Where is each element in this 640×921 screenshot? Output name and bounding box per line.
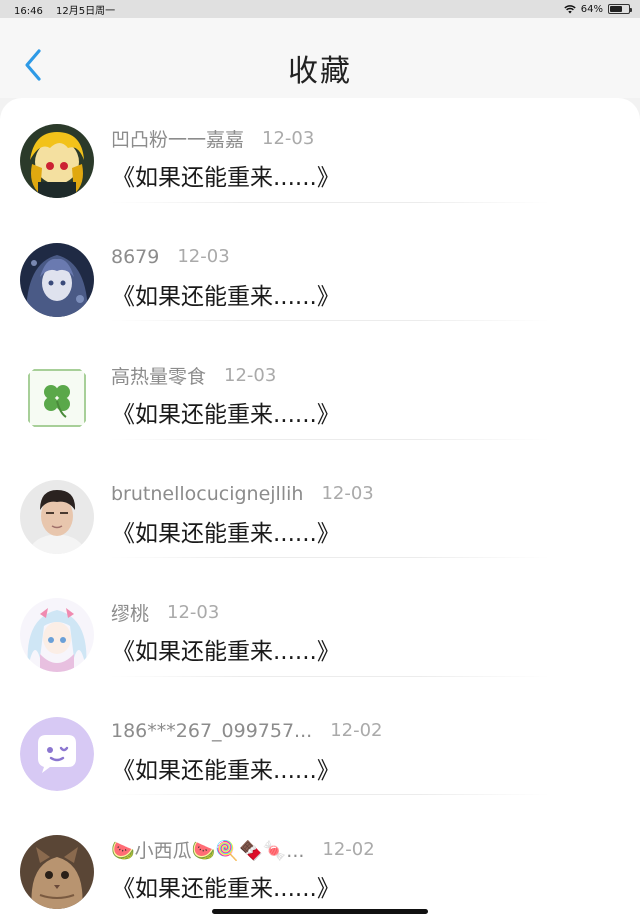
favorites-list: 凹凸粉一一嘉嘉 12-03 《如果还能重来......》 8679 12-03 … bbox=[0, 98, 640, 914]
list-item[interactable]: 凹凸粉一一嘉嘉 12-03 《如果还能重来......》 bbox=[0, 98, 640, 203]
item-title: 《如果还能重来......》 bbox=[112, 757, 340, 784]
item-author: 缪桃 bbox=[111, 602, 150, 625]
wifi-icon bbox=[564, 5, 576, 14]
item-date: 12-03 bbox=[224, 364, 277, 386]
item-date: 12-03 bbox=[177, 246, 230, 267]
item-title: 《如果还能重来......》 bbox=[112, 876, 340, 902]
item-date: 12-03 bbox=[321, 483, 374, 504]
item-title: 《如果还能重来......》 bbox=[112, 165, 340, 191]
item-author: 凹凸粉一一嘉嘉 bbox=[111, 128, 245, 151]
nav-header: 收藏 bbox=[0, 18, 640, 98]
avatar bbox=[20, 361, 94, 435]
list-item[interactable]: brutnellocucignejllih 12-03 《如果还能重来.....… bbox=[0, 440, 640, 558]
battery-icon bbox=[608, 4, 632, 14]
avatar bbox=[20, 716, 94, 791]
favorites-panel: 凹凸粉一一嘉嘉 12-03 《如果还能重来......》 8679 12-03 … bbox=[0, 98, 640, 921]
item-author: brutnellocucignejllih bbox=[111, 482, 304, 505]
list-item[interactable]: 🍉小西瓜🍉🍭🍫🍬... 12-02 《如果还能重来......》 bbox=[0, 795, 640, 914]
item-title: 《如果还能重来......》 bbox=[112, 639, 340, 665]
item-date: 12-03 bbox=[262, 127, 315, 149]
list-item[interactable]: 高热量零食 12-03 《如果还能重来......》 bbox=[0, 321, 640, 440]
avatar bbox=[20, 598, 94, 672]
item-title: 《如果还能重来......》 bbox=[112, 283, 340, 310]
avatar bbox=[20, 242, 94, 317]
item-date: 12-02 bbox=[322, 838, 375, 860]
page-title: 收藏 bbox=[288, 54, 352, 89]
item-author: 高热量零食 bbox=[111, 365, 207, 388]
item-author: 🍉小西瓜🍉🍭🍫🍬... bbox=[111, 839, 305, 862]
list-item[interactable]: 缪桃 12-03 《如果还能重来......》 bbox=[0, 558, 640, 677]
item-date: 12-02 bbox=[330, 720, 383, 741]
avatar bbox=[20, 124, 94, 198]
status-time: 16:46 bbox=[14, 5, 43, 17]
item-date: 12-03 bbox=[167, 601, 220, 623]
status-bar: 16:46 12月5日周一 64% bbox=[0, 0, 640, 18]
item-author: 8679 bbox=[111, 245, 160, 268]
item-title: 《如果还能重来......》 bbox=[112, 520, 340, 547]
list-item[interactable]: 186***267_099757... 12-02 《如果还能重来......》 bbox=[0, 677, 640, 795]
battery-percent: 64% bbox=[580, 3, 603, 15]
avatar bbox=[20, 479, 94, 554]
item-title: 《如果还能重来......》 bbox=[112, 402, 340, 428]
avatar bbox=[20, 835, 94, 909]
status-date: 12月5日周一 bbox=[56, 5, 116, 17]
battery-fill bbox=[610, 6, 622, 12]
home-indicator[interactable] bbox=[212, 909, 428, 914]
list-item[interactable]: 8679 12-03 《如果还能重来......》 bbox=[0, 203, 640, 321]
item-author: 186***267_099757... bbox=[111, 719, 313, 742]
